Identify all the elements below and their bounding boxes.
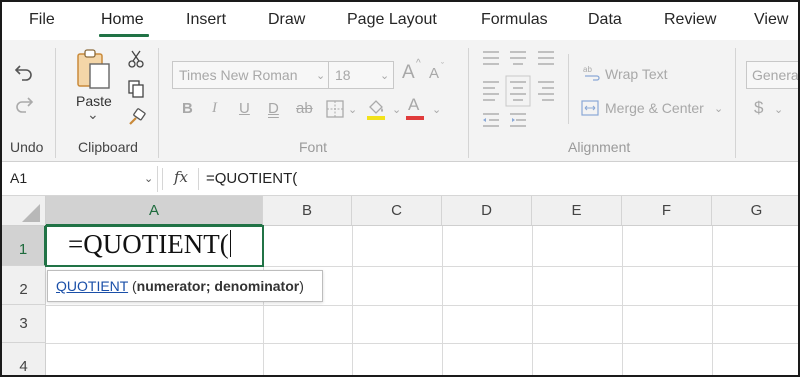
active-tab-indicator	[99, 34, 149, 37]
number-format-value: General	[752, 67, 800, 83]
tooltip-close-paren: )	[299, 278, 304, 294]
underline-button[interactable]: U	[239, 100, 250, 117]
borders-icon[interactable]	[324, 98, 346, 120]
formula-bar-divider	[198, 168, 199, 190]
row-header-1[interactable]: 1	[2, 226, 46, 266]
currency-format-button[interactable]: $	[754, 98, 763, 118]
bold-button[interactable]: B	[182, 100, 193, 117]
tab-home[interactable]: Home	[101, 11, 144, 29]
fill-color-icon[interactable]	[364, 96, 388, 122]
gridline	[442, 226, 443, 375]
tab-page-layout[interactable]: Page Layout	[347, 11, 437, 29]
svg-text:ab: ab	[583, 65, 592, 74]
wrap-text-icon: ab	[582, 63, 602, 83]
column-header-d[interactable]: D	[442, 196, 532, 226]
worksheet-grid: A B C D E F G 1 2 3 4 =QUOTIENT( QUOTIEN…	[2, 196, 798, 375]
tab-formulas[interactable]: Formulas	[481, 11, 548, 29]
formula-bar: A1 ⌄ fx =QUOTIENT(	[2, 162, 798, 196]
excel-window: File Home Insert Draw Page Layout Formul…	[0, 0, 800, 377]
group-separator	[158, 48, 159, 158]
column-header-g[interactable]: G	[712, 196, 798, 226]
undo-group-label: Undo	[10, 139, 44, 155]
tab-file[interactable]: File	[29, 11, 55, 29]
clipboard-group-label: Clipboard	[78, 139, 138, 155]
wrap-text-button[interactable]: Wrap Text	[605, 66, 668, 82]
tab-draw[interactable]: Draw	[268, 11, 305, 29]
increase-font-caret-icon: ^	[416, 58, 421, 69]
font-color-chevron-icon: ⌄	[432, 104, 442, 116]
merge-center-chevron-icon: ⌄	[714, 103, 724, 115]
increase-font-size-button[interactable]: A	[402, 62, 415, 84]
column-header-f[interactable]: F	[622, 196, 712, 226]
font-size-chevron-icon: ⌄	[380, 70, 390, 82]
column-header-b[interactable]: B	[263, 196, 352, 226]
font-color-swatch	[406, 116, 424, 120]
alignment-buttons-icon[interactable]	[480, 48, 560, 144]
copy-icon[interactable]	[126, 78, 146, 100]
tab-review[interactable]: Review	[664, 11, 716, 29]
row-header-4[interactable]: 4	[2, 343, 46, 375]
formula-input[interactable]: =QUOTIENT(	[206, 170, 297, 187]
font-name-value: Times New Roman	[179, 67, 298, 83]
gridline	[46, 305, 798, 306]
function-tooltip: QUOTIENT (numerator; denominator)	[47, 270, 323, 302]
row-header-3[interactable]: 3	[2, 305, 46, 343]
name-box[interactable]: A1	[4, 166, 158, 192]
strikethrough-button[interactable]: ab	[296, 100, 313, 117]
gridline	[352, 226, 353, 375]
row-header-2[interactable]: 2	[2, 266, 46, 305]
group-separator	[735, 48, 736, 158]
decrease-font-size-button[interactable]: A	[429, 65, 439, 82]
undo-icon[interactable]	[12, 60, 36, 84]
font-name-dropdown[interactable]: Times New Roman	[172, 61, 330, 89]
tooltip-arguments: numerator; denominator	[136, 278, 300, 294]
group-separator	[468, 48, 469, 158]
font-name-chevron-icon: ⌄	[316, 70, 326, 82]
gridline	[532, 226, 533, 375]
name-box-value: A1	[10, 170, 28, 186]
font-color-button[interactable]: A	[408, 95, 419, 115]
select-all-corner[interactable]	[2, 196, 46, 226]
gridline	[622, 226, 623, 375]
tab-view[interactable]: View	[754, 11, 788, 29]
cell-a1-value: =QUOTIENT(	[68, 229, 229, 259]
redo-icon[interactable]	[12, 92, 36, 116]
column-header-a[interactable]: A	[46, 196, 263, 226]
group-separator	[55, 48, 56, 158]
fill-color-chevron-icon: ⌄	[392, 104, 402, 116]
italic-button[interactable]: I	[212, 100, 217, 117]
font-size-value: 18	[335, 67, 351, 83]
gridline	[712, 226, 713, 375]
currency-chevron-icon: ⌄	[774, 104, 784, 116]
merge-center-icon	[580, 98, 600, 118]
menu-bar: File Home Insert Draw Page Layout Formul…	[2, 2, 798, 40]
font-group-label: Font	[299, 139, 328, 155]
paste-dropdown-chevron[interactable]: ⌄	[87, 106, 99, 123]
double-underline-button[interactable]: D	[268, 100, 279, 117]
insert-function-button[interactable]: fx	[174, 168, 188, 186]
cell-a1-edit-text[interactable]: =QUOTIENT(	[68, 229, 231, 260]
tab-insert[interactable]: Insert	[186, 11, 226, 29]
number-format-dropdown[interactable]: General	[746, 61, 800, 89]
paste-icon[interactable]	[74, 48, 114, 92]
format-painter-icon[interactable]	[126, 106, 148, 128]
formula-bar-divider	[162, 168, 163, 190]
decrease-font-caret-icon: ˇ	[441, 61, 444, 71]
name-box-chevron-icon[interactable]: ⌄	[144, 172, 153, 185]
function-help-link[interactable]: QUOTIENT	[56, 278, 128, 294]
alignment-group-label: Alignment	[568, 139, 631, 155]
ribbon: Undo Paste ⌄ Clipboard Times New Roman ⌄…	[2, 40, 800, 162]
column-header-c[interactable]: C	[352, 196, 442, 226]
column-header-e[interactable]: E	[532, 196, 622, 226]
merge-center-button[interactable]: Merge & Center	[605, 100, 704, 116]
borders-chevron-icon: ⌄	[348, 104, 358, 116]
group-separator	[568, 54, 569, 124]
gridline	[46, 343, 798, 344]
cut-icon[interactable]	[126, 48, 146, 70]
tab-data[interactable]: Data	[588, 11, 622, 29]
text-caret	[229, 230, 231, 257]
